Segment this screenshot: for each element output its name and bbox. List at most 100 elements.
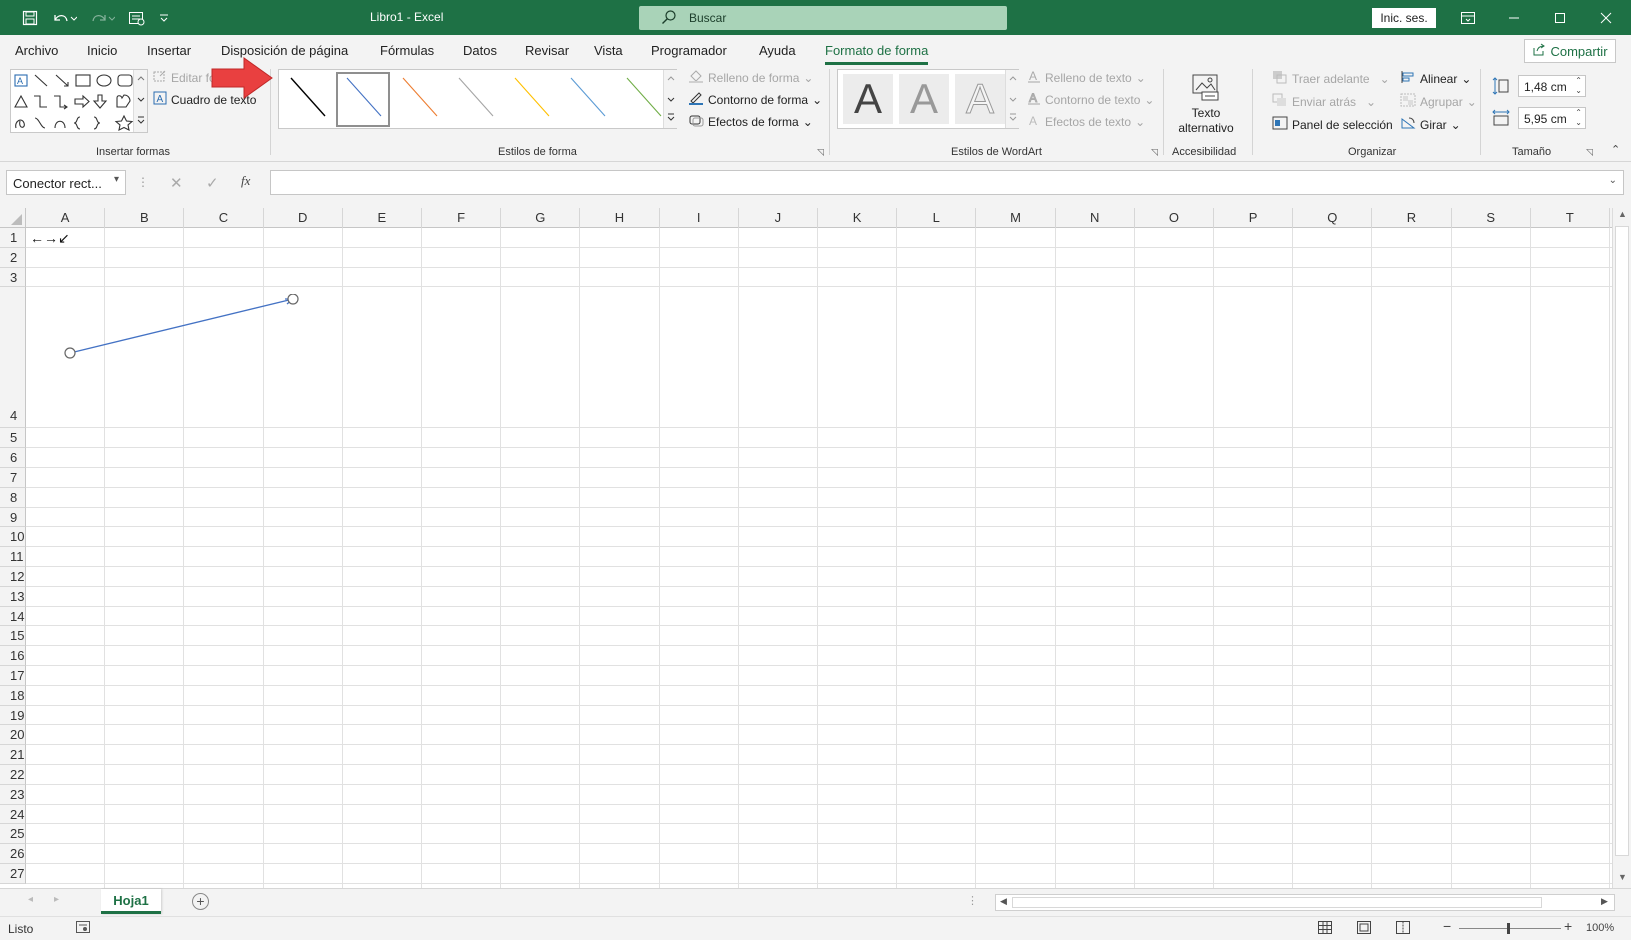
row-header[interactable]: 20: [0, 725, 26, 746]
row-header[interactable]: 9: [0, 507, 26, 528]
row-header[interactable]: 8: [0, 487, 26, 508]
insert-function-icon[interactable]: fx: [241, 173, 250, 189]
scroll-up-icon[interactable]: ▲: [1618, 209, 1627, 219]
minimize-icon[interactable]: [1491, 0, 1537, 35]
row-header[interactable]: 10: [0, 527, 26, 548]
name-box[interactable]: Conector rect... ▾: [6, 170, 126, 195]
tab-split-handle-icon[interactable]: ⋮: [967, 894, 978, 907]
row-header[interactable]: 17: [0, 666, 26, 686]
row-header[interactable]: 26: [0, 844, 26, 864]
row-header[interactable]: 27: [0, 864, 26, 884]
row-header[interactable]: 25: [0, 824, 26, 845]
close-icon[interactable]: [1583, 0, 1629, 35]
dialog-launcher-icon[interactable]: ◹: [1151, 147, 1158, 158]
add-sheet-icon[interactable]: +: [192, 893, 209, 910]
tab-revisar[interactable]: Revisar: [525, 43, 569, 58]
column-header[interactable]: L: [897, 208, 977, 228]
vertical-scroll-thumb[interactable]: [1615, 226, 1629, 856]
scroll-left-icon[interactable]: ◀: [1000, 896, 1007, 907]
send-backward-button[interactable]: Enviar atrás ⌄: [1272, 93, 1376, 110]
column-header[interactable]: Q: [1293, 208, 1373, 228]
shape-style-option[interactable]: [290, 77, 326, 117]
alt-text-button[interactable]: Texto alternativo: [1170, 69, 1242, 141]
row-header[interactable]: 18: [0, 685, 26, 706]
shape-style-option[interactable]: [346, 77, 382, 117]
shape-effects-button[interactable]: Efectos de forma ⌄: [688, 113, 813, 130]
tab-vista[interactable]: Vista: [594, 43, 623, 58]
select-all-button[interactable]: [0, 208, 26, 228]
shape-style-option[interactable]: [626, 77, 662, 117]
row-header[interactable]: 21: [0, 745, 26, 765]
row-header[interactable]: 12: [0, 567, 26, 587]
cell-a1[interactable]: ←→↙: [30, 230, 70, 247]
wordart-gallery[interactable]: A A A: [837, 69, 1019, 129]
signin-button[interactable]: Inic. ses.: [1372, 8, 1436, 28]
column-header[interactable]: M: [976, 208, 1056, 228]
tab-formulas[interactable]: Fórmulas: [380, 43, 434, 58]
row-header[interactable]: 11: [0, 547, 26, 567]
worksheet-grid[interactable]: ABCDEFGHIJKLMNOPQRST 1 2 3 4 5 6 7 8 9 10 11 12 13 14…: [0, 208, 1631, 888]
row-header[interactable]: 1: [0, 228, 26, 248]
search-box[interactable]: Buscar: [639, 6, 1007, 30]
maximize-icon[interactable]: [1537, 0, 1583, 35]
shape-fill-button[interactable]: Relleno de forma ⌄: [688, 69, 813, 86]
row-header[interactable]: 14: [0, 606, 26, 627]
shapes-gallery-scroll[interactable]: [133, 70, 147, 132]
save-icon[interactable]: [18, 7, 42, 29]
column-header[interactable]: D: [264, 208, 343, 228]
column-header[interactable]: H: [580, 208, 660, 228]
ribbon-display-options-icon[interactable]: [1445, 0, 1491, 35]
zoom-slider[interactable]: [1459, 923, 1561, 934]
vertical-scrollbar[interactable]: ▲ ▼: [1612, 208, 1631, 888]
column-header[interactable]: A: [26, 208, 106, 228]
column-header[interactable]: N: [1056, 208, 1135, 228]
wordart-style-3[interactable]: A: [955, 74, 1005, 124]
text-outline-button[interactable]: A Contorno de texto ⌄: [1027, 91, 1154, 108]
column-header[interactable]: T: [1531, 208, 1610, 228]
collapse-ribbon-icon[interactable]: ⌃: [1611, 143, 1620, 156]
sheet-tab-hoja1[interactable]: Hoja1: [101, 889, 161, 914]
row-header[interactable]: 16: [0, 646, 26, 666]
share-button[interactable]: Compartir: [1524, 39, 1616, 63]
normal-view-icon[interactable]: [1318, 921, 1332, 937]
form-icon[interactable]: [126, 7, 148, 29]
row-header[interactable]: 3: [0, 267, 26, 288]
rotate-button[interactable]: Girar ⌄: [1400, 116, 1461, 133]
height-spinner-icon[interactable]: ⌃ ⌄: [1575, 76, 1582, 96]
dialog-launcher-icon[interactable]: ◹: [1586, 147, 1593, 158]
tab-inicio[interactable]: Inicio: [87, 43, 117, 58]
row-header[interactable]: 23: [0, 784, 26, 805]
macro-recording-icon[interactable]: [76, 921, 90, 936]
wordart-gallery-scroll[interactable]: [1005, 70, 1019, 128]
row-header[interactable]: 24: [0, 804, 26, 825]
text-effects-button[interactable]: A Efectos de texto ⌄: [1027, 113, 1145, 130]
row-header[interactable]: 15: [0, 626, 26, 647]
zoom-out-icon[interactable]: −: [1443, 918, 1451, 934]
tab-programador[interactable]: Programador: [651, 43, 727, 58]
more-options-icon[interactable]: ⋮: [137, 175, 149, 189]
tab-formato-de-forma[interactable]: Formato de forma: [825, 43, 929, 65]
page-layout-view-icon[interactable]: [1357, 921, 1371, 937]
shape-width-input[interactable]: 5,95 cm ⌃ ⌄: [1518, 107, 1586, 129]
shapes-gallery[interactable]: A: [10, 69, 148, 133]
next-sheet-icon[interactable]: ▸: [54, 894, 59, 905]
shape-height-input[interactable]: 1,48 cm ⌃ ⌄: [1518, 75, 1586, 97]
expand-formula-icon[interactable]: ⌄: [1609, 175, 1617, 186]
selection-pane-button[interactable]: Panel de selección: [1272, 116, 1393, 133]
row-header[interactable]: 5: [0, 428, 26, 449]
cancel-entry-icon[interactable]: ✕: [170, 174, 183, 192]
width-spinner-icon[interactable]: ⌃ ⌄: [1575, 108, 1582, 128]
column-header[interactable]: B: [105, 208, 185, 228]
column-header[interactable]: S: [1452, 208, 1531, 228]
row-header[interactable]: 6: [0, 448, 26, 468]
zoom-slider-thumb[interactable]: [1507, 923, 1510, 934]
column-header[interactable]: E: [343, 208, 422, 228]
column-header[interactable]: O: [1135, 208, 1214, 228]
column-header[interactable]: P: [1214, 208, 1294, 228]
column-header[interactable]: R: [1372, 208, 1452, 228]
scroll-right-icon[interactable]: ▶: [1601, 896, 1608, 907]
shape-styles-scroll[interactable]: [663, 70, 677, 128]
zoom-level[interactable]: 100%: [1586, 922, 1614, 934]
redo-icon[interactable]: [86, 7, 118, 29]
row-header[interactable]: 19: [0, 705, 26, 726]
